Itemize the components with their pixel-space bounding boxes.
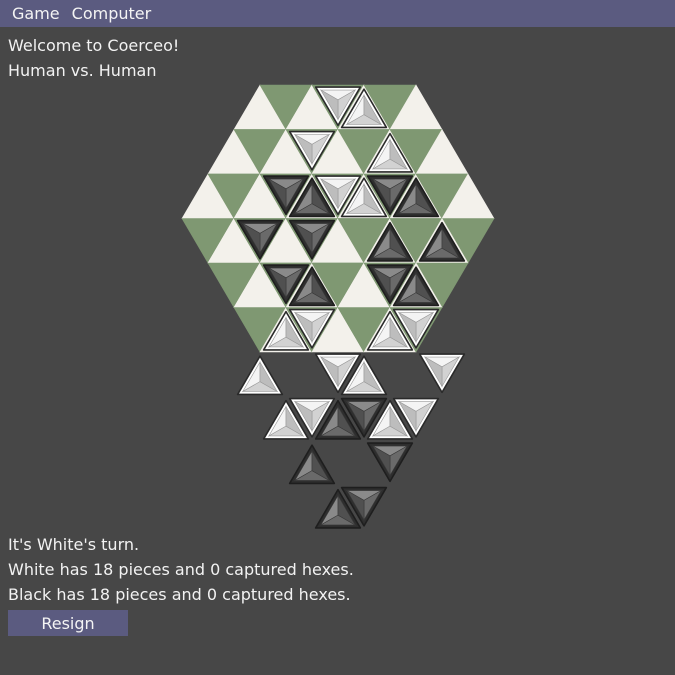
white-piece[interactable]	[236, 355, 284, 396]
black-piece[interactable]	[288, 444, 336, 485]
black-piece[interactable]	[366, 442, 414, 483]
resign-button[interactable]: Resign	[8, 610, 128, 636]
turn-status: It's White's turn.	[8, 535, 140, 554]
white-status: White has 18 pieces and 0 captured hexes…	[8, 560, 354, 579]
white-piece[interactable]	[418, 353, 466, 394]
black-status: Black has 18 pieces and 0 captured hexes…	[8, 585, 351, 604]
